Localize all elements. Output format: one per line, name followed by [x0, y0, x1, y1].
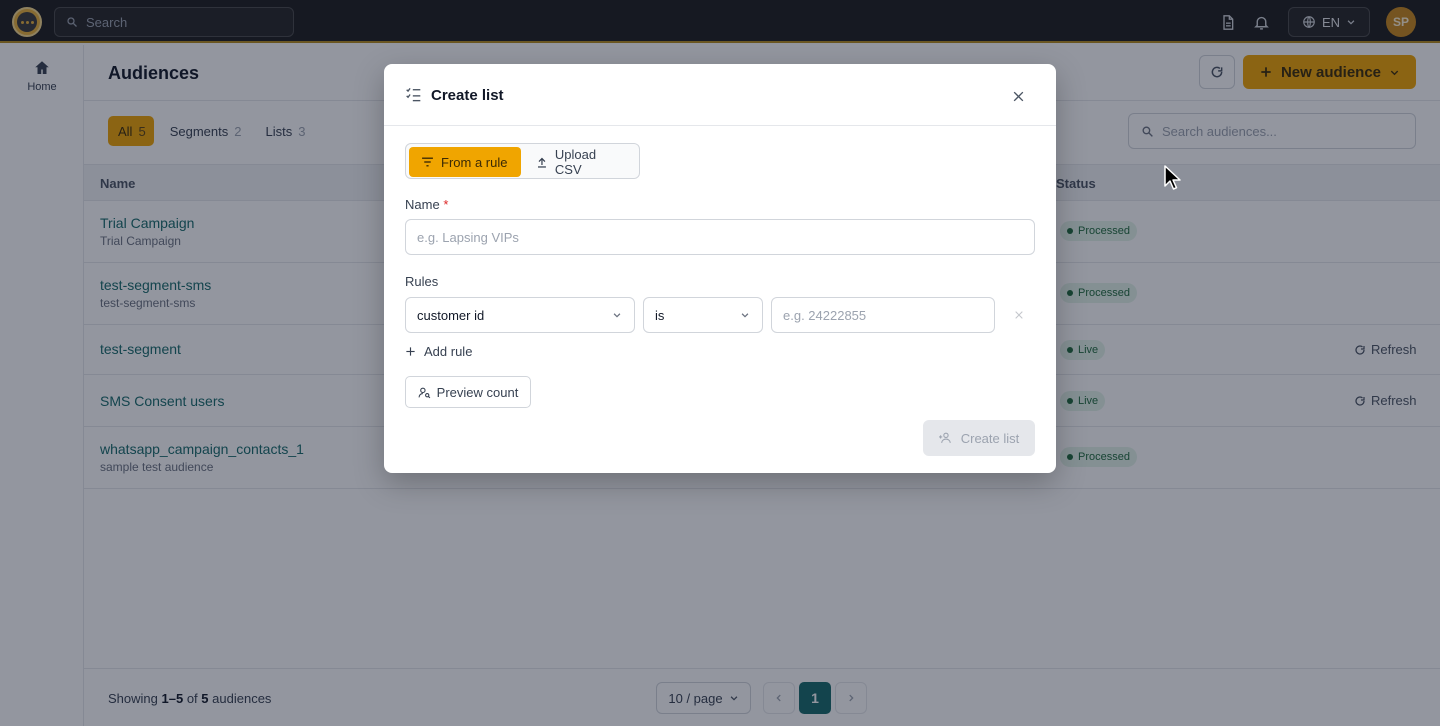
dialog-title: Create list — [431, 87, 504, 104]
remove-rule-button[interactable] — [1011, 307, 1027, 323]
list-check-icon — [406, 87, 421, 102]
source-toggle: From a rule Upload CSV — [405, 143, 640, 179]
filter-icon — [422, 157, 433, 167]
rule-field-value: customer id — [417, 307, 485, 323]
user-search-icon — [418, 387, 430, 398]
preview-count-button[interactable]: Preview count — [405, 376, 531, 408]
upload-icon — [537, 157, 546, 168]
tab-label: Upload CSV — [554, 147, 597, 177]
required-marker: * — [443, 197, 449, 212]
name-label: Name * — [405, 197, 448, 212]
close-icon — [1015, 311, 1023, 319]
tab-label: From a rule — [441, 154, 508, 170]
chevron-down-icon — [741, 313, 749, 318]
name-input[interactable] — [405, 219, 1035, 255]
add-rule-label: Add rule — [424, 343, 473, 359]
rule-operator-select[interactable]: is — [643, 297, 763, 333]
dialog-header: Create list — [384, 64, 1056, 126]
plus-icon — [406, 346, 415, 356]
rule-operator-value: is — [655, 307, 665, 323]
tab-from-rule[interactable]: From a rule — [409, 147, 521, 177]
rule-value-input[interactable] — [771, 297, 995, 333]
create-list-button[interactable]: Create list — [923, 420, 1035, 456]
name-label-text: Name — [405, 197, 440, 212]
create-list-label: Create list — [960, 430, 1020, 446]
mouse-cursor-icon — [1164, 165, 1181, 190]
close-icon — [1013, 91, 1023, 101]
add-rule-button[interactable]: Add rule — [405, 342, 472, 360]
create-list-dialog: Create list From a rule Upload CSV Name … — [384, 64, 1056, 473]
users-plus-icon — [938, 432, 951, 443]
chevron-down-icon — [613, 313, 621, 318]
tab-upload-csv[interactable]: Upload CSV — [524, 147, 638, 177]
preview-count-label: Preview count — [436, 384, 519, 400]
rules-label: Rules — [405, 274, 439, 289]
close-button[interactable] — [1008, 86, 1028, 106]
rule-field-select[interactable]: customer id — [405, 297, 635, 333]
